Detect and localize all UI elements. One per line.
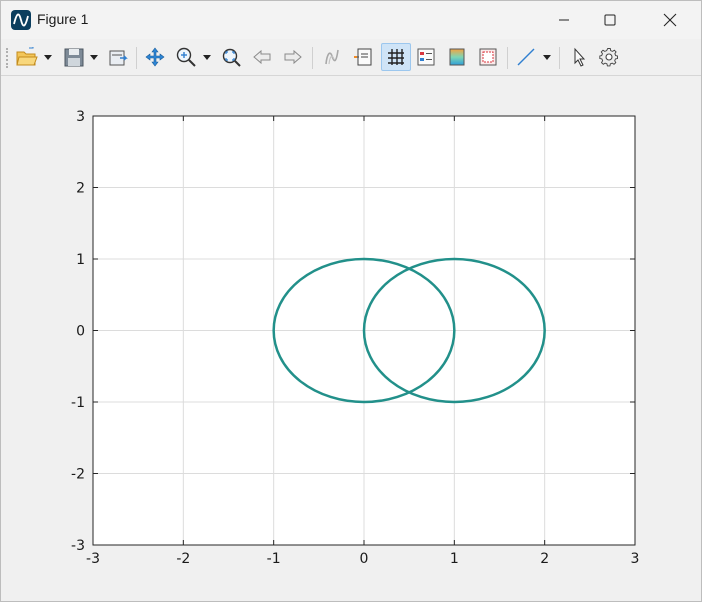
figure-canvas: -3 -2 -1 0 1 2 3 -3 -2 -1 0 1 2 3 bbox=[1, 76, 701, 601]
grid-toggle-button[interactable] bbox=[381, 43, 411, 71]
legend-button[interactable] bbox=[413, 43, 439, 71]
y-tick-label: -3 bbox=[71, 538, 85, 554]
back-button[interactable] bbox=[249, 43, 275, 71]
plot-axes[interactable]: -3 -2 -1 0 1 2 3 -3 -2 -1 0 1 2 3 bbox=[1, 76, 701, 601]
zoom-dropdown[interactable] bbox=[201, 43, 213, 71]
pan-arrows-icon bbox=[145, 47, 165, 67]
minimize-button[interactable] bbox=[541, 1, 587, 39]
y-tick-label: -2 bbox=[71, 467, 85, 483]
title-bar: Figure 1 bbox=[1, 1, 701, 39]
open-file-dropdown[interactable] bbox=[42, 43, 54, 71]
pan-button[interactable] bbox=[142, 43, 168, 71]
maximize-icon bbox=[604, 14, 616, 26]
y-tick-label: 0 bbox=[76, 324, 85, 340]
y-tick-label: -1 bbox=[71, 395, 85, 411]
folder-open-icon bbox=[16, 47, 38, 66]
text-box-icon bbox=[354, 48, 372, 66]
chevron-down-icon bbox=[203, 55, 211, 60]
chevron-down-icon bbox=[90, 55, 98, 60]
maximize-button[interactable] bbox=[587, 1, 633, 39]
zoom-button[interactable] bbox=[173, 43, 199, 71]
close-button[interactable] bbox=[647, 1, 693, 39]
rotate-button[interactable] bbox=[319, 43, 345, 71]
figure-window: Figure 1 -3 -2 -1 0 1 2 3 -3 -2 -1 0 1 2… bbox=[0, 0, 702, 602]
x-tick-label: 1 bbox=[450, 551, 459, 567]
arrow-left-icon bbox=[253, 49, 271, 65]
chevron-down-icon bbox=[44, 55, 52, 60]
window-title: Figure 1 bbox=[37, 11, 89, 27]
toolbar-grip bbox=[6, 48, 10, 68]
x-tick-label: -3 bbox=[86, 551, 100, 567]
autoscale-button[interactable] bbox=[218, 43, 244, 71]
settings-button[interactable] bbox=[596, 43, 622, 71]
x-tick-label: -1 bbox=[267, 551, 281, 567]
save-dropdown[interactable] bbox=[88, 43, 100, 71]
figure-toolbar bbox=[1, 39, 701, 76]
toolbar-separator bbox=[136, 47, 137, 69]
line-tool-button[interactable] bbox=[513, 43, 539, 71]
line-draw-icon bbox=[517, 48, 535, 66]
toolbar-separator bbox=[559, 47, 560, 69]
minimize-icon bbox=[559, 19, 569, 21]
colorbar-button[interactable] bbox=[444, 43, 470, 71]
toolbar-separator bbox=[507, 47, 508, 69]
grid-icon bbox=[388, 49, 404, 65]
print-icon bbox=[109, 50, 128, 66]
x-tick-label: 2 bbox=[540, 551, 549, 567]
select-button[interactable] bbox=[566, 43, 592, 71]
x-tick-label: -2 bbox=[176, 551, 190, 567]
y-tick-label: 1 bbox=[76, 252, 85, 268]
app-logo-icon bbox=[11, 10, 31, 30]
pointer-icon bbox=[574, 47, 586, 67]
chevron-down-icon bbox=[543, 55, 551, 60]
save-button[interactable] bbox=[61, 43, 87, 71]
print-button[interactable] bbox=[105, 43, 131, 71]
y-tick-label: 3 bbox=[76, 109, 85, 125]
text-annotation-button[interactable] bbox=[350, 43, 376, 71]
y-tick-label: 2 bbox=[76, 181, 85, 197]
floppy-save-icon bbox=[64, 48, 84, 67]
open-file-button[interactable] bbox=[14, 43, 40, 71]
zoom-in-icon bbox=[176, 47, 196, 67]
forward-button[interactable] bbox=[280, 43, 306, 71]
autoscale-icon bbox=[222, 48, 241, 67]
colorbar-icon bbox=[449, 48, 465, 66]
x-tick-label: 3 bbox=[631, 551, 640, 567]
line-tool-dropdown[interactable] bbox=[541, 43, 553, 71]
axes-box-icon bbox=[479, 48, 497, 66]
arrow-right-icon bbox=[284, 49, 302, 65]
legend-icon bbox=[417, 48, 435, 66]
x-tick-label: 0 bbox=[360, 551, 369, 567]
gear-icon bbox=[599, 48, 618, 67]
close-icon bbox=[663, 13, 677, 27]
axes-box-button[interactable] bbox=[475, 43, 501, 71]
rotate-3d-icon bbox=[325, 49, 339, 65]
toolbar-separator bbox=[312, 47, 313, 69]
